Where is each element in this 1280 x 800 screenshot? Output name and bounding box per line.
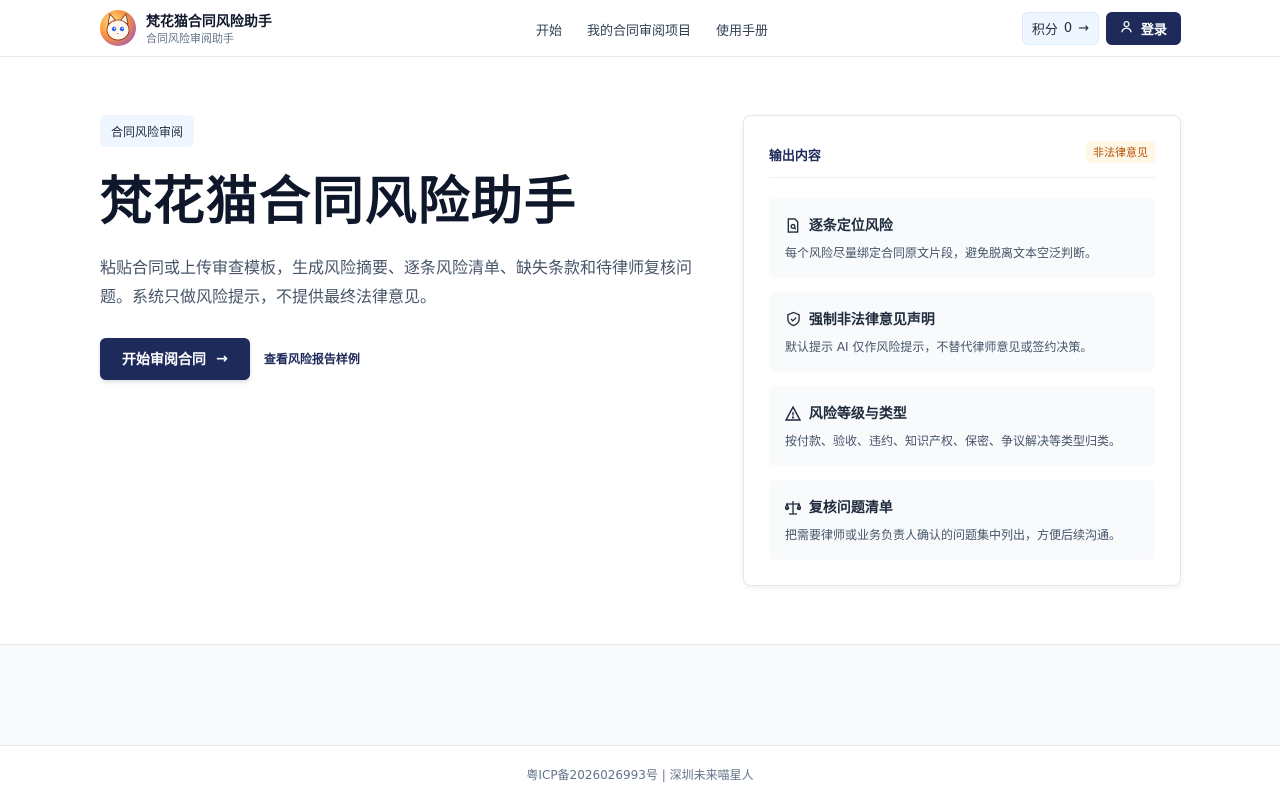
brand[interactable]: 梵花猫合同风险助手 合同风险审阅助手 bbox=[100, 10, 272, 46]
feature-title: 复核问题清单 bbox=[809, 500, 893, 516]
hero-tag: 合同风险审阅 bbox=[100, 115, 195, 147]
scale-icon bbox=[785, 499, 801, 515]
feature-description: 把需要律师或业务负责人确认的问题集中列出，方便后续沟通。 bbox=[785, 528, 1122, 542]
nav-manual[interactable]: 使用手册 bbox=[716, 20, 768, 39]
feature-title: 强制非法律意见声明 bbox=[809, 312, 935, 328]
feature-item: 强制非法律意见声明 默认提示 AI 仅作风险提示，不替代律师意见或签约决策。 bbox=[769, 292, 1155, 372]
arrow-right-icon: → bbox=[1078, 21, 1090, 36]
feature-item: 逐条定位风险 每个风险尽量绑定合同原文片段，避免脱离文本空泛判断。 bbox=[769, 198, 1155, 278]
main-nav: 开始 我的合同审阅项目 使用手册 bbox=[536, 20, 768, 39]
feature-item: 风险等级与类型 按付款、验收、违约、知识产权、保密、争议解决等类型归类。 bbox=[769, 386, 1155, 466]
login-button[interactable]: 登录 bbox=[1106, 12, 1181, 45]
feature-description: 按付款、验收、违约、知识产权、保密、争议解决等类型归类。 bbox=[785, 434, 1122, 448]
feature-description: 每个风险尽量绑定合同原文片段，避免脱离文本空泛判断。 bbox=[785, 246, 1098, 260]
brand-subtitle: 合同风险审阅助手 bbox=[146, 31, 234, 45]
card-title: 输出内容 bbox=[769, 149, 822, 164]
output-card: 输出内容 非法律意见 逐条定位风险 每个风险尽量绑定合同原文片段，避免脱离文本空… bbox=[743, 115, 1181, 586]
brand-title: 梵花猫合同风险助手 bbox=[146, 13, 272, 30]
shield-check-icon bbox=[785, 311, 801, 327]
feature-item: 复核问题清单 把需要律师或业务负责人确认的问题集中列出，方便后续沟通。 bbox=[769, 480, 1155, 560]
login-label: 登录 bbox=[1140, 23, 1167, 38]
non-legal-badge: 非法律意见 bbox=[1086, 141, 1155, 163]
card-header: 输出内容 非法律意见 bbox=[769, 141, 1155, 178]
points-button[interactable]: 积分 0 → bbox=[1022, 12, 1099, 45]
points-label: 积分 bbox=[1031, 23, 1058, 38]
cat-logo-icon bbox=[100, 10, 136, 46]
hero-title: 梵花猫合同风险助手 bbox=[100, 172, 578, 232]
feature-title: 逐条定位风险 bbox=[809, 218, 893, 234]
footer-band bbox=[0, 644, 1280, 746]
feature-title: 风险等级与类型 bbox=[809, 406, 907, 422]
nav-start[interactable]: 开始 bbox=[536, 20, 562, 39]
points-value: 0 bbox=[1063, 21, 1073, 36]
start-review-button[interactable]: 开始审阅合同 → bbox=[100, 338, 250, 380]
footer-icp: 粤ICP备2026026993号 | 深圳未来喵星人 bbox=[526, 768, 754, 782]
sample-report-link[interactable]: 查看风险报告样例 bbox=[264, 350, 360, 367]
top-header: 梵花猫合同风险助手 合同风险审阅助手 开始 我的合同审阅项目 使用手册 积分 0… bbox=[0, 0, 1280, 57]
feature-description: 默认提示 AI 仅作风险提示，不替代律师意见或签约决策。 bbox=[785, 340, 1093, 354]
warning-triangle-icon bbox=[785, 405, 801, 421]
document-search-icon bbox=[785, 217, 801, 233]
hero-description: 粘贴合同或上传审查模板，生成风险摘要、逐条风险清单、缺失条款和待律师复核问题。系… bbox=[100, 258, 693, 306]
start-review-label: 开始审阅合同 bbox=[122, 352, 207, 368]
user-icon bbox=[1120, 20, 1133, 37]
arrow-right-icon: → bbox=[216, 351, 228, 367]
nav-my-projects[interactable]: 我的合同审阅项目 bbox=[587, 20, 691, 39]
